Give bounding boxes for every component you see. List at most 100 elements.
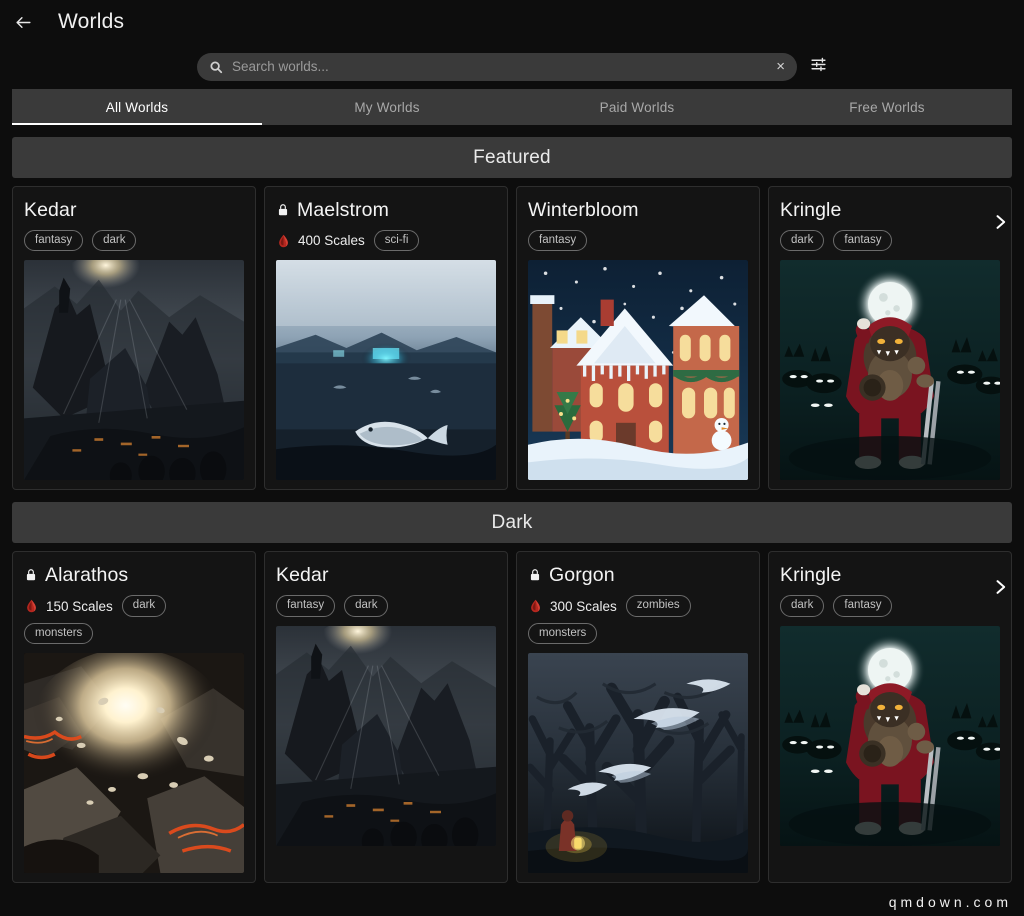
world-tag[interactable]: dark (780, 230, 824, 251)
lock-icon (24, 567, 38, 583)
chevron-right-icon (990, 212, 1010, 237)
back-button[interactable] (6, 5, 40, 39)
world-card[interactable]: Winterbloom fantasy (516, 186, 760, 490)
clear-search-icon[interactable]: × (772, 59, 789, 74)
tab-bar: All Worlds My Worlds Paid Worlds Free Wo… (12, 89, 1012, 125)
world-thumbnail (276, 260, 496, 480)
world-price-text: 300 Scales (550, 599, 617, 614)
card-title-row: Kringle (780, 562, 1000, 588)
page-title: Worlds (58, 10, 124, 34)
lock-icon (528, 567, 542, 583)
card-meta-row: 300 Scales zombies monsters (528, 595, 748, 644)
world-thumbnail (24, 653, 244, 873)
world-price: 300 Scales (528, 598, 617, 614)
featured-next-button[interactable] (990, 212, 1010, 237)
card-row-dark: Alarathos 150 Scales dark monsters (0, 543, 1024, 883)
watermark: qmdown.com (889, 894, 1012, 910)
chevron-right-icon (990, 577, 1010, 602)
world-thumbnail (528, 260, 748, 480)
world-card[interactable]: Alarathos 150 Scales dark monsters (12, 551, 256, 883)
tab-paid-worlds[interactable]: Paid Worlds (512, 89, 762, 125)
world-card[interactable]: Gorgon 300 Scales zombies monsters (516, 551, 760, 883)
snowy-christmas-village-art (528, 260, 748, 480)
card-meta-row: 400 Scales sci-fi (276, 230, 496, 251)
world-tag[interactable]: fantasy (276, 595, 335, 616)
world-card[interactable]: Kringle dark fantasy (768, 551, 1012, 883)
dark-next-button[interactable] (990, 577, 1010, 602)
icy-sea-whale-art (276, 260, 496, 480)
world-title: Maelstrom (297, 199, 389, 222)
card-meta-row: fantasy (528, 230, 748, 251)
world-price-text: 400 Scales (298, 233, 365, 248)
world-tag[interactable]: dark (344, 595, 388, 616)
world-thumbnail (780, 626, 1000, 846)
arrow-left-icon (14, 13, 33, 32)
haunted-forest-spirits-art (528, 653, 748, 873)
evil-santa-moon-art (780, 626, 1000, 846)
tab-all-worlds[interactable]: All Worlds (12, 89, 262, 125)
section-header-dark: Dark (12, 502, 1012, 543)
section-header-featured: Featured (12, 137, 1012, 178)
world-tag[interactable]: dark (122, 595, 166, 616)
scale-icon (276, 233, 291, 249)
world-tag[interactable]: fantasy (528, 230, 587, 251)
world-price-text: 150 Scales (46, 599, 113, 614)
world-thumbnail (24, 260, 244, 480)
tab-label: All Worlds (106, 100, 169, 115)
card-meta-row: fantasy dark (276, 595, 496, 616)
world-tag[interactable]: fantasy (833, 230, 892, 251)
world-thumbnail (780, 260, 1000, 480)
world-card[interactable]: Kedar fantasy dark (12, 186, 256, 490)
card-meta-row: fantasy dark (24, 230, 244, 251)
world-card[interactable]: Kringle dark fantasy (768, 186, 1012, 490)
card-title-row: Alarathos (24, 562, 244, 588)
card-title-row: Maelstrom (276, 197, 496, 223)
filter-button[interactable] (810, 56, 827, 78)
card-meta-row: dark fantasy (780, 595, 1000, 616)
tab-free-worlds[interactable]: Free Worlds (762, 89, 1012, 125)
card-row-featured: Kedar fantasy dark (0, 178, 1024, 490)
world-title: Kringle (780, 199, 841, 222)
world-tag[interactable]: monsters (24, 623, 93, 644)
world-tag[interactable]: sci-fi (374, 230, 420, 251)
dark-mountain-citadel-art (24, 260, 244, 480)
search-row: × (0, 44, 1024, 89)
world-tag[interactable]: dark (92, 230, 136, 251)
world-tag[interactable]: fantasy (833, 595, 892, 616)
search-input[interactable] (232, 59, 772, 74)
world-price: 400 Scales (276, 233, 365, 249)
scale-icon (528, 598, 543, 614)
world-thumbnail (276, 626, 496, 846)
world-title: Kringle (780, 564, 841, 587)
card-meta-row: dark fantasy (780, 230, 1000, 251)
dark-mountain-citadel-art (276, 626, 496, 846)
app-header: Worlds (0, 0, 1024, 44)
world-title: Winterbloom (528, 199, 639, 222)
tune-sliders-icon (810, 56, 827, 78)
section-title: Dark (492, 512, 533, 534)
section-title: Featured (473, 147, 551, 169)
world-tag[interactable]: dark (780, 595, 824, 616)
card-title-row: Kedar (24, 197, 244, 223)
world-card[interactable]: Maelstrom 400 Scales sci-fi (264, 186, 508, 490)
card-title-row: Kringle (780, 197, 1000, 223)
tab-label: My Worlds (354, 100, 419, 115)
search-icon (209, 60, 223, 74)
tab-label: Paid Worlds (600, 100, 675, 115)
world-title: Kedar (276, 564, 329, 587)
world-thumbnail (528, 653, 748, 873)
lock-icon (276, 202, 290, 218)
tab-my-worlds[interactable]: My Worlds (262, 89, 512, 125)
evil-santa-moon-art (780, 260, 1000, 480)
lava-cataclysm-burst-art (24, 653, 244, 873)
world-title: Kedar (24, 199, 77, 222)
world-title: Gorgon (549, 564, 615, 587)
world-card[interactable]: Kedar fantasy dark (264, 551, 508, 883)
search-box[interactable]: × (197, 53, 797, 81)
scale-icon (24, 598, 39, 614)
tab-label: Free Worlds (849, 100, 924, 115)
world-tag[interactable]: zombies (626, 595, 691, 616)
world-tag[interactable]: fantasy (24, 230, 83, 251)
card-meta-row: 150 Scales dark monsters (24, 595, 244, 644)
world-tag[interactable]: monsters (528, 623, 597, 644)
